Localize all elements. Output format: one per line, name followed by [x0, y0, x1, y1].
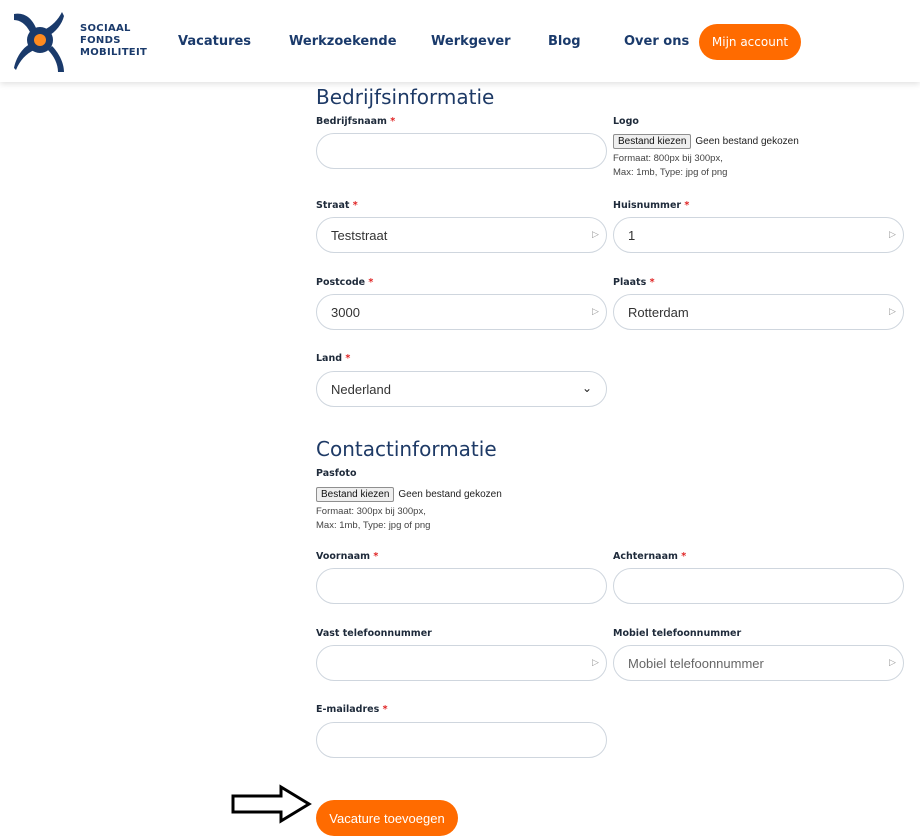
logo-choose-file-button[interactable]: Bestand kiezen — [613, 134, 692, 149]
nav-werkzoekende[interactable]: Werkzoekende — [289, 34, 397, 49]
add-vacancy-button[interactable]: Vacature toevoegen — [316, 800, 458, 836]
site-header: SOCIAAL FONDS MOBILITEIT Vacatures Werkz… — [0, 0, 920, 82]
bedrijfsnaam-label: Bedrijfsnaam * — [316, 116, 396, 127]
vast-telefoon-label: Vast telefoonnummer — [316, 628, 432, 639]
postcode-label: Postcode * — [316, 277, 374, 288]
chevron-down-icon: ⌄ — [581, 381, 592, 395]
postcode-input[interactable]: 3000 ▷ — [316, 294, 607, 330]
autofill-key-icon: ▷ — [592, 307, 599, 317]
pasfoto-choose-file-button[interactable]: Bestand kiezen — [316, 487, 395, 502]
nav-vacatures[interactable]: Vacatures — [178, 34, 251, 49]
mobiel-telefoon-label: Mobiel telefoonnummer — [613, 628, 742, 639]
logo-file-picker: Bestand kiezen Geen bestand gekozen — [613, 134, 799, 149]
autofill-key-icon: ▷ — [889, 658, 896, 668]
huisnummer-input[interactable]: 1 ▷ — [613, 217, 904, 253]
plaats-input[interactable]: Rotterdam ▷ — [613, 294, 904, 330]
pasfoto-label: Pasfoto — [316, 468, 357, 479]
company-section-title: Bedrijfsinformatie — [316, 85, 495, 109]
autofill-key-icon: ▷ — [592, 230, 599, 240]
nav-werkgever[interactable]: Werkgever — [431, 34, 511, 49]
pointer-arrow-icon — [231, 784, 312, 824]
autofill-key-icon: ▷ — [889, 307, 896, 317]
straat-input[interactable]: Teststraat ▷ — [316, 217, 607, 253]
vast-telefoon-input[interactable]: ▷ — [316, 645, 607, 681]
straat-label: Straat * — [316, 200, 358, 211]
nav-over-ons[interactable]: Over ons — [624, 34, 689, 49]
achternaam-input[interactable] — [613, 568, 904, 604]
pasfoto-file-status: Geen bestand gekozen — [398, 489, 502, 500]
logo-line-1: SOCIAAL — [80, 23, 131, 34]
logo-text[interactable]: SOCIAAL FONDS MOBILITEIT — [80, 23, 147, 59]
email-input[interactable] — [316, 722, 607, 758]
bedrijfsnaam-input[interactable] — [316, 133, 607, 169]
land-label: Land * — [316, 353, 351, 364]
logo-hint: Formaat: 800px bij 300px, Max: 1mb, Type… — [613, 153, 728, 178]
logo-line-2: FONDS — [80, 35, 121, 46]
logo-file-status: Geen bestand gekozen — [695, 136, 799, 147]
voornaam-input[interactable] — [316, 568, 607, 604]
mobiel-telefoon-input[interactable]: Mobiel telefoonnummer ▷ — [613, 645, 904, 681]
logo-label: Logo — [613, 116, 639, 127]
land-select[interactable]: Nederland ⌄ — [316, 371, 607, 407]
pasfoto-hint: Formaat: 300px bij 300px, Max: 1mb, Type… — [316, 506, 431, 531]
autofill-key-icon: ▷ — [889, 230, 896, 240]
voornaam-label: Voornaam * — [316, 551, 379, 562]
required-marker: * — [390, 116, 396, 127]
mobiel-telefoon-placeholder: Mobiel telefoonnummer — [628, 656, 764, 671]
huisnummer-label: Huisnummer * — [613, 200, 690, 211]
achternaam-label: Achternaam * — [613, 551, 687, 562]
logo-line-3: MOBILITEIT — [80, 47, 148, 58]
pasfoto-file-picker: Bestand kiezen Geen bestand gekozen — [316, 487, 502, 502]
plaats-label: Plaats * — [613, 277, 655, 288]
logo-icon[interactable] — [12, 10, 66, 74]
autofill-key-icon: ▷ — [592, 658, 599, 668]
contact-section-title: Contactinformatie — [316, 437, 497, 461]
nav-blog[interactable]: Blog — [548, 34, 581, 49]
my-account-button[interactable]: Mijn account — [699, 24, 801, 60]
email-label: E-mailadres * — [316, 704, 388, 715]
